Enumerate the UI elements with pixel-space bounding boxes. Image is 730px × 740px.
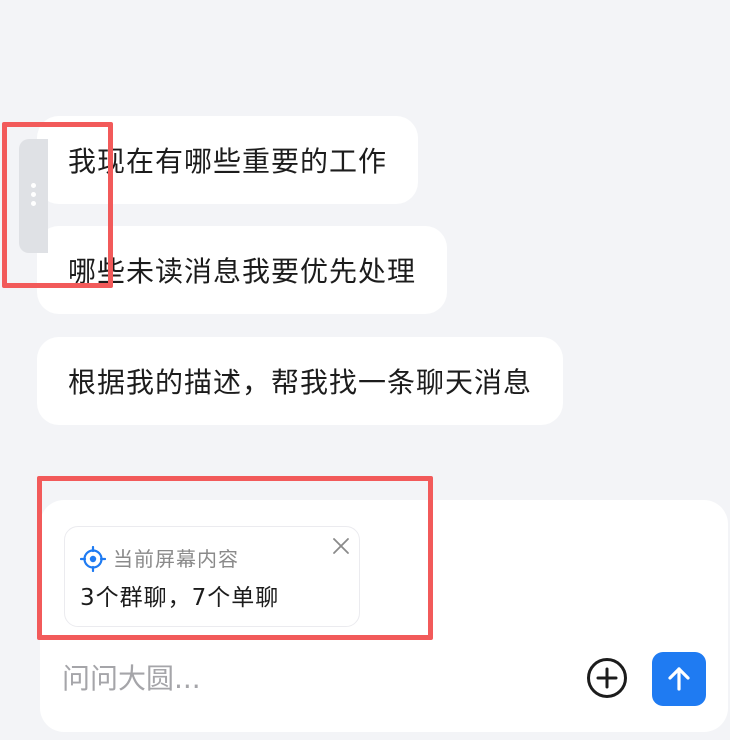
drag-dots-icon <box>30 183 36 206</box>
screen-context-card: 当前屏幕内容 3个群聊，7个单聊 <box>64 526 360 627</box>
context-card-title: 当前屏幕内容 <box>113 547 239 571</box>
close-icon[interactable] <box>331 536 351 556</box>
side-drawer-handle[interactable] <box>19 139 48 253</box>
suggestion-chip-important-work[interactable]: 我现在有哪些重要的工作 <box>37 116 419 204</box>
suggestion-chip-unread-priority[interactable]: 哪些未读消息我要优先处理 <box>37 226 448 314</box>
add-circle-icon[interactable] <box>585 656 629 700</box>
send-button[interactable] <box>652 652 706 706</box>
target-icon <box>80 546 106 572</box>
suggestion-label: 哪些未读消息我要优先处理 <box>68 255 417 288</box>
chat-composer: 当前屏幕内容 3个群聊，7个单聊 <box>40 500 728 732</box>
context-card-summary: 3个群聊，7个单聊 <box>80 585 280 611</box>
arrow-up-icon <box>668 667 690 691</box>
chat-input[interactable] <box>62 658 562 698</box>
suggestion-chip-find-message[interactable]: 根据我的描述，帮我找一条聊天消息 <box>37 337 564 425</box>
suggestion-label: 根据我的描述，帮我找一条聊天消息 <box>68 366 533 399</box>
suggestion-label: 我现在有哪些重要的工作 <box>68 145 388 178</box>
